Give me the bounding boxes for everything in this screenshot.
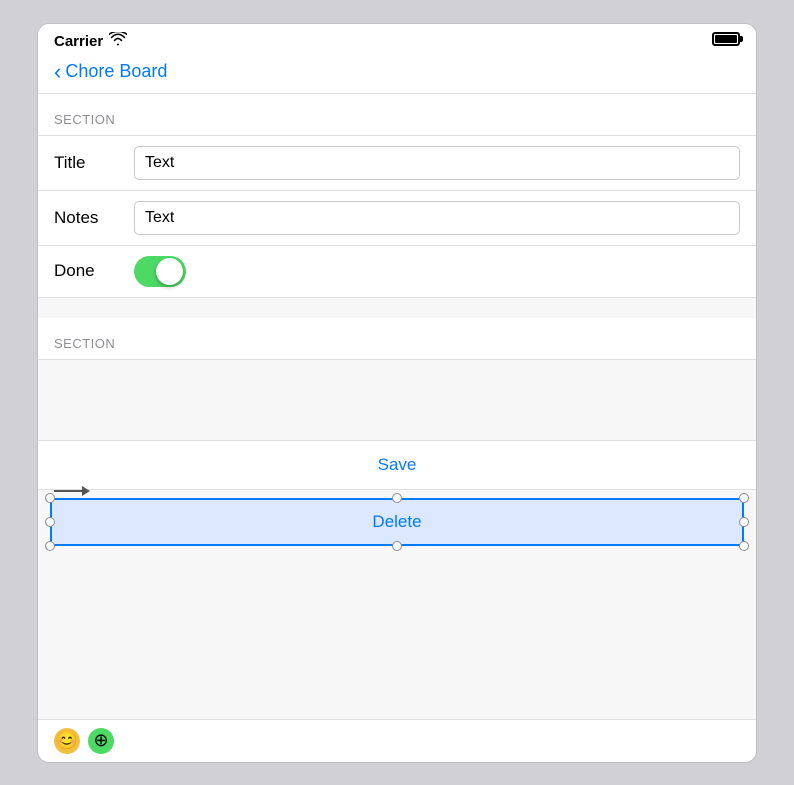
battery-icon — [712, 32, 740, 46]
section-2: SECTION — [38, 318, 756, 360]
notes-input[interactable] — [134, 201, 740, 235]
back-label: Chore Board — [65, 61, 167, 82]
done-toggle[interactable] — [134, 256, 186, 287]
title-label: Title — [54, 153, 134, 173]
device-frame: Carrier ‹ Chore Board — [37, 23, 757, 763]
toolbar-icon-add[interactable]: ⊕ — [88, 728, 114, 754]
delete-label: Delete — [372, 512, 421, 532]
nav-bar: ‹ Chore Board — [38, 55, 756, 94]
add-icon: ⊕ — [93, 730, 108, 751]
notes-label: Notes — [54, 208, 134, 228]
status-bar: Carrier — [38, 24, 756, 55]
smiley-icon: 😊 — [56, 730, 78, 751]
section-1-header: SECTION — [38, 94, 756, 135]
toggle-slider — [134, 256, 186, 287]
save-button[interactable]: Save — [38, 440, 756, 490]
save-label: Save — [378, 455, 417, 475]
back-button[interactable]: ‹ Chore Board — [54, 61, 167, 83]
section-2-header: SECTION — [38, 318, 756, 359]
carrier-info: Carrier — [54, 32, 127, 50]
handle-top-right — [739, 493, 749, 503]
section-1: SECTION Title Notes Done — [38, 94, 756, 298]
handle-top-mid — [392, 493, 402, 503]
back-chevron-icon: ‹ — [54, 61, 61, 83]
delete-button[interactable]: Delete — [50, 498, 744, 546]
handle-bottom-right — [739, 541, 749, 551]
done-label: Done — [54, 261, 134, 281]
handle-bottom-mid — [392, 541, 402, 551]
delete-button-wrapper: Delete — [50, 498, 744, 546]
wifi-icon — [109, 32, 127, 50]
title-input[interactable] — [134, 146, 740, 180]
toolbar-icon-smiley[interactable]: 😊 — [54, 728, 80, 754]
content-area: SECTION Title Notes Done — [38, 94, 756, 719]
battery-indicator — [712, 32, 740, 51]
bottom-toolbar: 😊 ⊕ — [38, 719, 756, 762]
handle-mid-right — [739, 517, 749, 527]
notes-row: Notes — [38, 190, 756, 245]
spacer — [38, 360, 756, 440]
handle-mid-left — [45, 517, 55, 527]
handle-bottom-left — [45, 541, 55, 551]
handle-top-left — [45, 493, 55, 503]
done-row: Done — [38, 245, 756, 297]
carrier-label: Carrier — [54, 33, 103, 50]
title-row: Title — [38, 135, 756, 190]
